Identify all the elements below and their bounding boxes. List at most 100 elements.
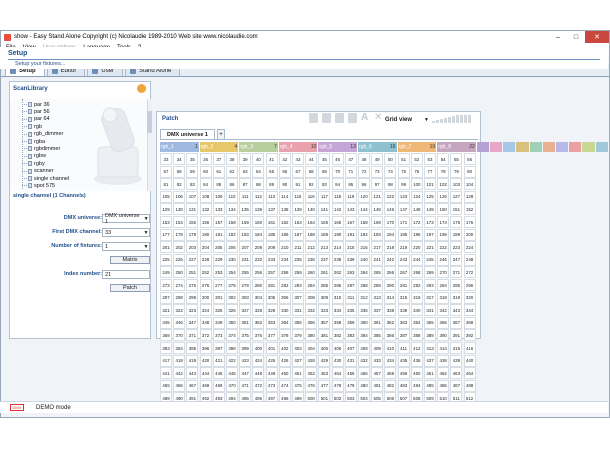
dmx-channel-cell[interactable]: 42 xyxy=(278,153,291,165)
dmx-channel-cell[interactable]: 299 xyxy=(186,291,199,304)
fixtures-count-select[interactable]: 1 ▼ xyxy=(102,242,150,251)
dmx-channel-cell[interactable]: 478 xyxy=(331,379,344,392)
dmx-channel-cell[interactable]: 335 xyxy=(344,304,357,317)
dmx-channel-cell[interactable]: 98 xyxy=(384,178,397,191)
dmx-channel-cell[interactable]: 182 xyxy=(226,228,238,241)
dmx-channel-cell[interactable]: 114 xyxy=(278,190,291,203)
dmx-channel-cell[interactable]: 216 xyxy=(358,241,370,254)
dmx-channel-cell[interactable]: 99 xyxy=(397,178,410,191)
dmx-channel-cell[interactable]: 91 xyxy=(292,178,304,191)
dmx-channel-cell[interactable]: 51 xyxy=(397,153,410,165)
dmx-channel-cell[interactable]: 192 xyxy=(358,228,370,241)
delete-icon[interactable]: ✕ xyxy=(374,113,383,123)
dmx-channel-cell[interactable]: 474 xyxy=(278,379,291,392)
dmx-channel-cell[interactable]: 348 xyxy=(199,316,212,329)
dmx-channel-cell[interactable]: 465 xyxy=(160,379,172,392)
dmx-channel-cell[interactable]: 132 xyxy=(199,203,212,216)
dmx-channel-cell[interactable]: 437 xyxy=(424,354,436,367)
dmx-channel-cell[interactable]: 89 xyxy=(265,178,278,191)
dmx-channel-cell[interactable]: 446 xyxy=(226,367,238,380)
dmx-channel-cell[interactable]: 416 xyxy=(463,342,476,354)
dmx-channel-cell[interactable]: 120 xyxy=(358,190,370,203)
dmx-channel-cell[interactable]: 221 xyxy=(424,241,436,254)
dmx-channel-cell[interactable]: 263 xyxy=(344,266,357,279)
dmx-channel-cell[interactable]: 396 xyxy=(199,342,212,354)
dmx-channel-cell[interactable]: 36 xyxy=(199,153,212,165)
dmx-channel-cell[interactable]: 108 xyxy=(199,190,212,203)
dmx-channel-cell[interactable]: 420 xyxy=(199,354,212,367)
patched-fixture[interactable]: rgb_6 16 xyxy=(358,142,397,152)
dmx-channel-cell[interactable]: 112 xyxy=(252,190,265,203)
dmx-channel-cell[interactable]: 454 xyxy=(331,367,344,380)
patched-fixture[interactable]: rgb_8 22 xyxy=(437,142,476,152)
dmx-channel-cell[interactable]: 464 xyxy=(463,367,476,380)
patch-icon[interactable] xyxy=(348,113,357,123)
dmx-channel-cell[interactable]: 171 xyxy=(397,216,410,228)
dmx-channel-cell[interactable]: 289 xyxy=(371,279,384,291)
dmx-channel-cell[interactable]: 300 xyxy=(199,291,212,304)
dmx-channel-cell[interactable]: 142 xyxy=(331,203,344,216)
dmx-channel-cell[interactable]: 58 xyxy=(173,165,186,178)
list-item[interactable]: par 64 xyxy=(22,116,50,123)
dmx-channel-cell[interactable]: 41 xyxy=(265,153,278,165)
dmx-channel-cell[interactable]: 43 xyxy=(292,153,304,165)
patched-fixture[interactable] xyxy=(595,142,608,152)
dmx-channel-cell[interactable]: 345 xyxy=(160,316,172,329)
dmx-channel-cell[interactable]: 199 xyxy=(450,228,463,241)
dmx-channel-cell[interactable]: 340 xyxy=(410,304,423,317)
dmx-channel-cell[interactable]: 158 xyxy=(226,216,238,228)
dmx-channel-cell[interactable]: 126 xyxy=(437,190,450,203)
dmx-channel-cell[interactable]: 223 xyxy=(450,241,463,254)
dmx-channel-cell[interactable]: 211 xyxy=(292,241,304,254)
dmx-channel-cell[interactable]: 151 xyxy=(450,203,463,216)
dmx-channel-cell[interactable]: 261 xyxy=(318,266,331,279)
dmx-channel-cell[interactable]: 111 xyxy=(239,190,252,203)
dmx-channel-cell[interactable]: 387 xyxy=(397,329,410,342)
dmx-channel-cell[interactable]: 259 xyxy=(292,266,304,279)
dmx-channel-cell[interactable]: 229 xyxy=(212,253,225,266)
paste-icon[interactable] xyxy=(322,113,331,123)
dmx-channel-cell[interactable]: 285 xyxy=(318,279,331,291)
dmx-channel-cell[interactable]: 458 xyxy=(384,367,397,380)
dmx-channel-cell[interactable]: 311 xyxy=(344,291,357,304)
matrix-button[interactable]: Matrix xyxy=(110,256,150,264)
dmx-channel-cell[interactable]: 245 xyxy=(424,253,436,266)
dmx-channel-cell[interactable]: 80 xyxy=(463,165,476,178)
dmx-channel-cell[interactable]: 462 xyxy=(437,367,450,380)
dmx-channel-cell[interactable]: 169 xyxy=(371,216,384,228)
dmx-channel-cell[interactable]: 170 xyxy=(384,216,397,228)
title-bar[interactable]: show - Easy Stand Alone Copyright (c) Ni… xyxy=(1,31,609,43)
dmx-channel-cell[interactable]: 156 xyxy=(199,216,212,228)
dmx-channel-cell[interactable]: 386 xyxy=(384,329,397,342)
dmx-channel-cell[interactable]: 71 xyxy=(344,165,357,178)
dmx-channel-cell[interactable]: 441 xyxy=(160,367,172,380)
first-channel-select[interactable]: 33 ▼ xyxy=(102,228,150,237)
dmx-channel-cell[interactable]: 258 xyxy=(278,266,291,279)
dmx-channel-cell[interactable]: 469 xyxy=(212,379,225,392)
patched-fixture[interactable] xyxy=(490,142,503,152)
patched-fixture[interactable]: rgb_4 10 xyxy=(278,142,318,152)
patched-fixture[interactable]: rgb_2 4 xyxy=(199,142,239,152)
dmx-channel-cell[interactable]: 255 xyxy=(239,266,252,279)
dmx-channel-cell[interactable]: 63 xyxy=(239,165,252,178)
dmx-channel-cell[interactable]: 69 xyxy=(318,165,331,178)
chevron-down-icon[interactable]: ▼ xyxy=(424,117,429,123)
dmx-channel-cell[interactable]: 307 xyxy=(292,291,304,304)
dmx-channel-cell[interactable]: 487 xyxy=(450,379,463,392)
dmx-channel-cell[interactable]: 355 xyxy=(292,316,304,329)
list-item[interactable]: par 56 xyxy=(22,108,50,115)
dmx-channel-cell[interactable]: 129 xyxy=(160,203,172,216)
patched-fixture[interactable] xyxy=(476,142,489,152)
dmx-channel-cell[interactable]: 146 xyxy=(384,203,397,216)
dmx-channel-cell[interactable]: 230 xyxy=(226,253,238,266)
dmx-channel-cell[interactable]: 247 xyxy=(450,253,463,266)
dmx-channel-cell[interactable]: 212 xyxy=(305,241,318,254)
dmx-channel-cell[interactable]: 336 xyxy=(358,304,370,317)
dmx-channel-cell[interactable]: 225 xyxy=(160,253,172,266)
dmx-channel-cell[interactable]: 165 xyxy=(318,216,331,228)
dmx-channel-cell[interactable]: 371 xyxy=(186,329,199,342)
dmx-channel-cell[interactable]: 44 xyxy=(305,153,318,165)
dmx-channel-cell[interactable]: 370 xyxy=(173,329,186,342)
dmx-channel-cell[interactable]: 57 xyxy=(160,165,172,178)
dmx-channel-cell[interactable]: 290 xyxy=(384,279,397,291)
